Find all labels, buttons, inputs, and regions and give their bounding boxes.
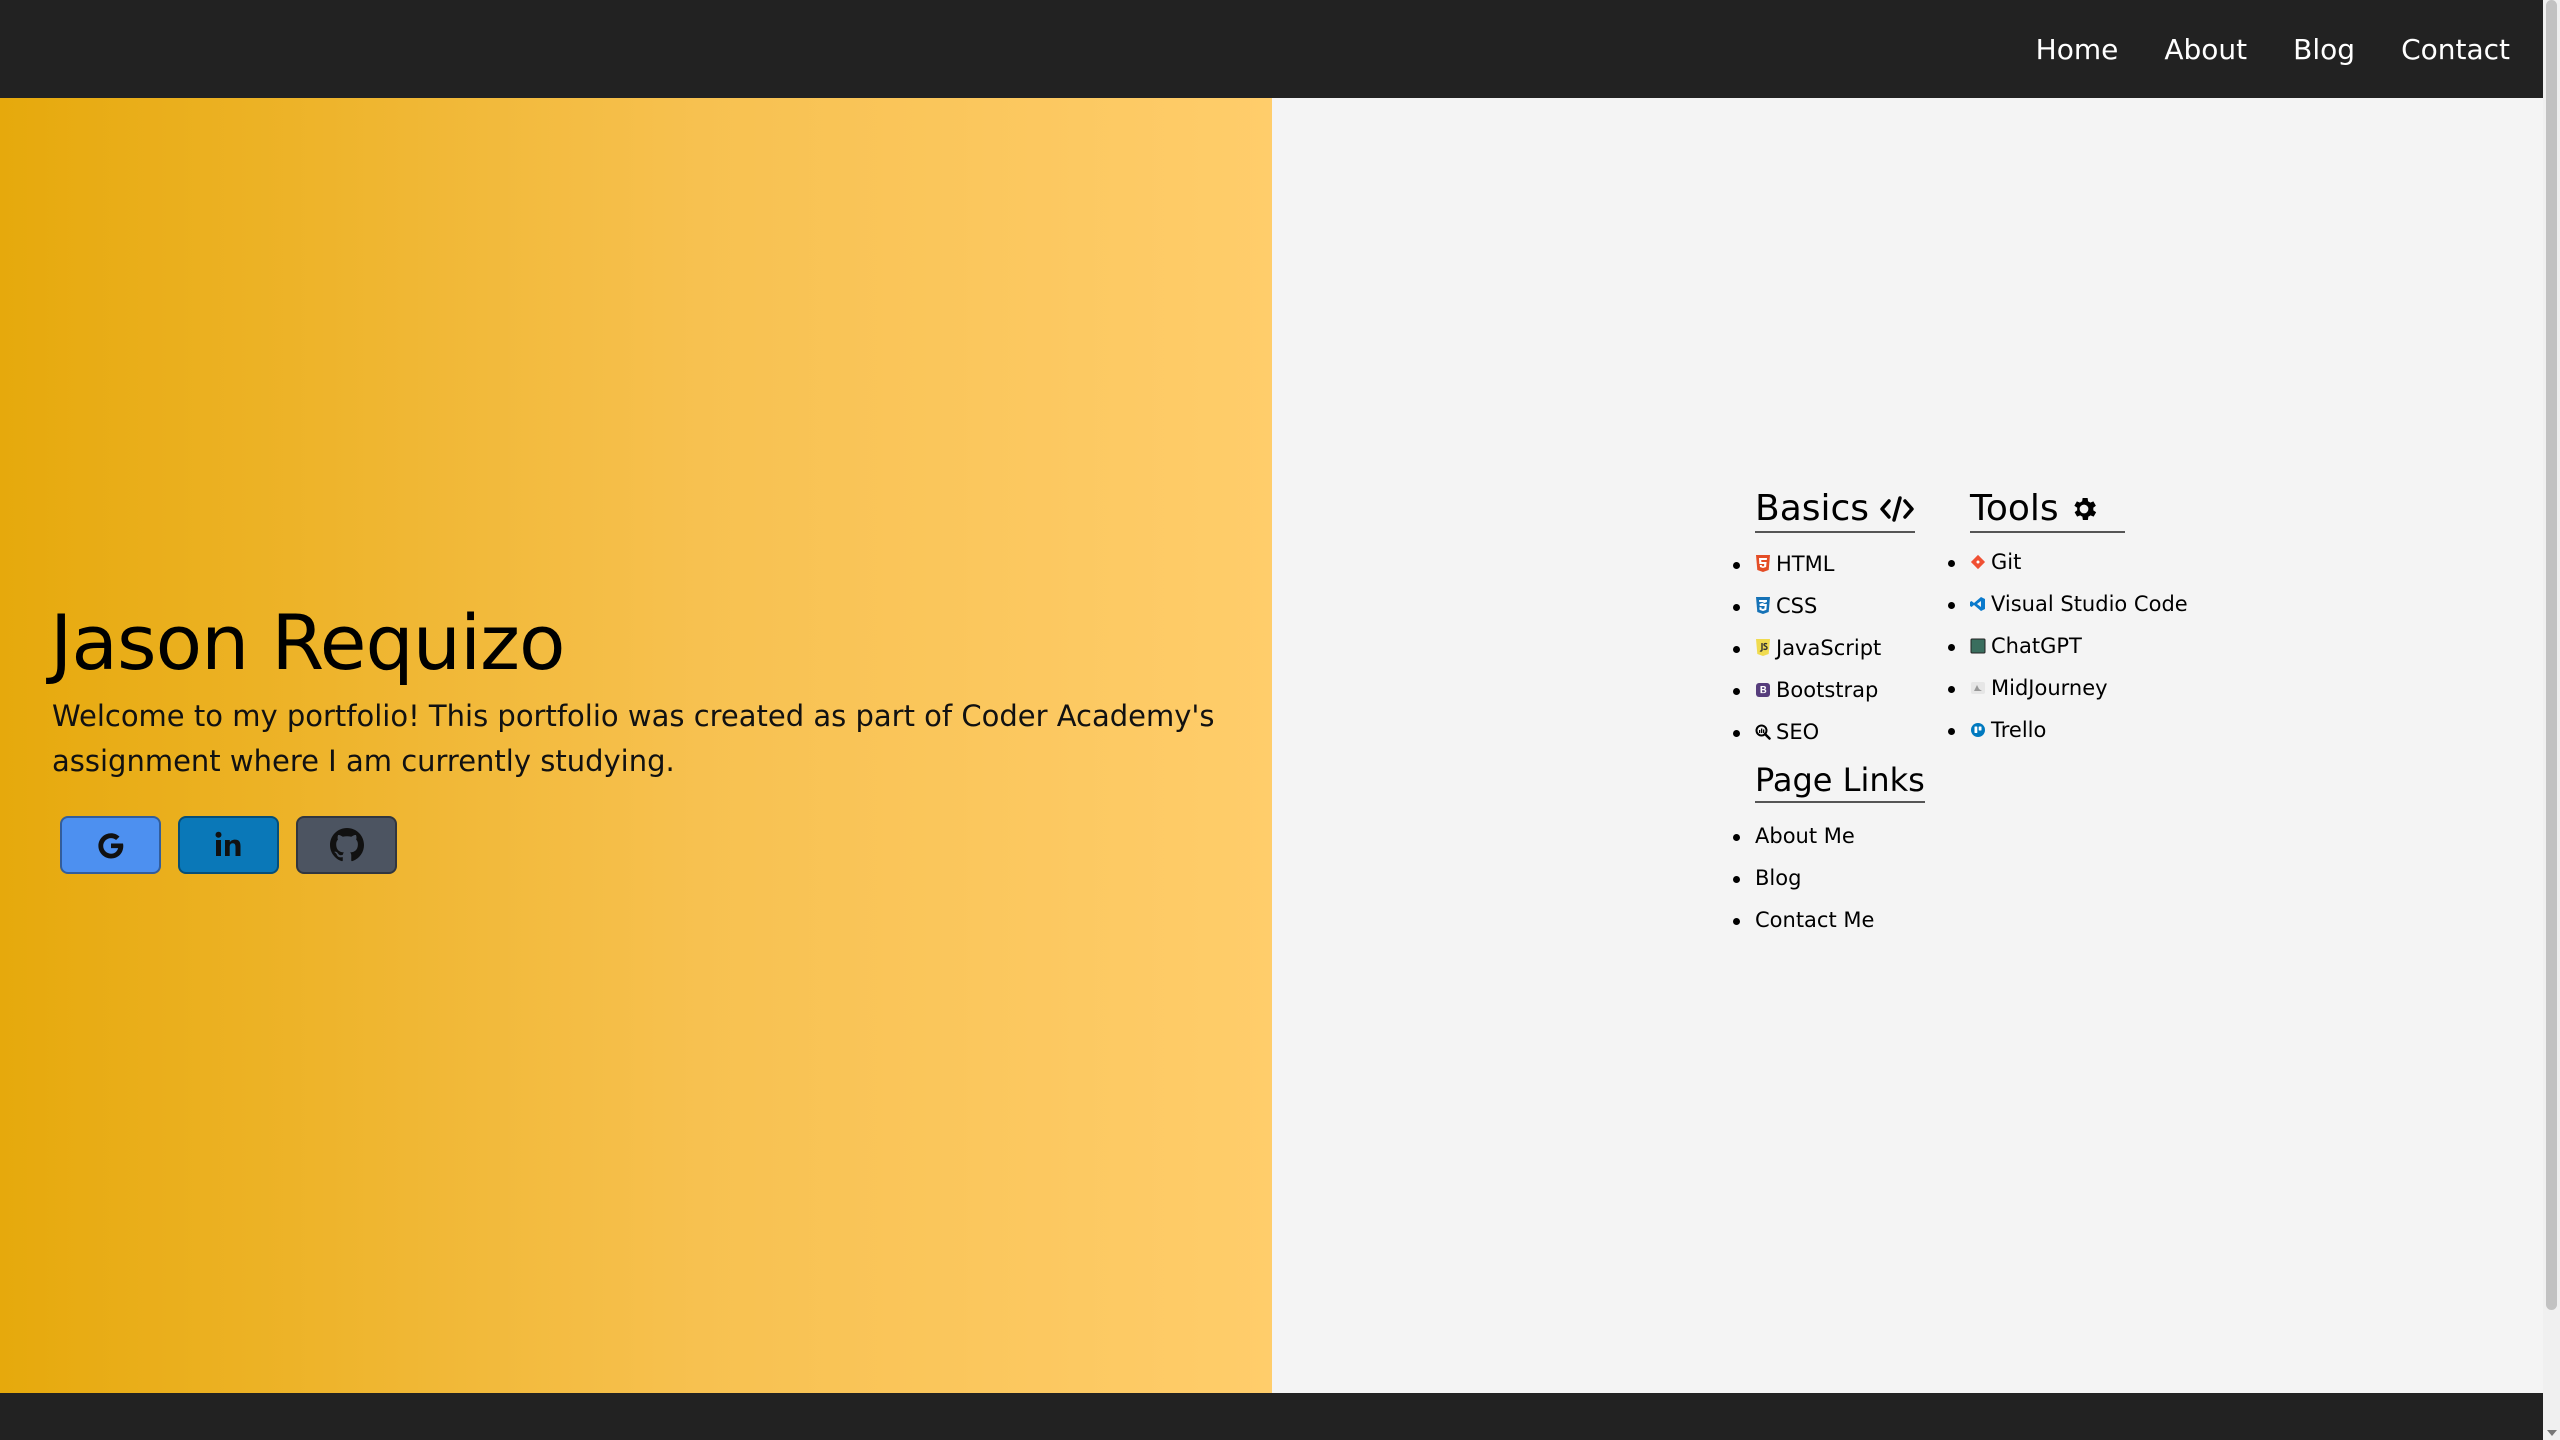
- basics-list: HTML CSS JavaScript Bootstrap SEO: [1733, 543, 1925, 753]
- tools-heading: Tools: [1970, 488, 2125, 533]
- page-link-blog[interactable]: Blog: [1733, 857, 1925, 899]
- list-item: HTML: [1733, 543, 1925, 585]
- page-links-heading-label: Page Links: [1755, 761, 1925, 799]
- page-link-about-me[interactable]: About Me: [1733, 815, 1925, 857]
- social-buttons: [60, 816, 397, 874]
- list-item: JavaScript: [1733, 627, 1925, 669]
- github-button[interactable]: [296, 816, 397, 874]
- linkedin-button[interactable]: [178, 816, 279, 874]
- page-link-contact-me[interactable]: Contact Me: [1733, 899, 1925, 941]
- hero-intro: Welcome to my portfolio! This portfolio …: [52, 699, 1215, 778]
- html5-icon: [1756, 555, 1770, 572]
- tools-list: Git Visual Studio Code ChatGPT MidJourne…: [1948, 541, 2188, 751]
- scrollbar-thumb[interactable]: [2546, 0, 2557, 1310]
- basics-heading: Basics: [1755, 488, 1916, 533]
- gear-icon: [2074, 497, 2096, 520]
- page-links-heading: Page Links: [1755, 761, 1925, 803]
- basics-heading-label: Basics: [1755, 488, 1870, 529]
- hero-name: Jason Requizo: [50, 598, 565, 687]
- list-item: ChatGPT: [1948, 625, 2188, 667]
- list-item: CSS: [1733, 585, 1925, 627]
- page: Home About Blog Contact Jason Requizo We…: [0, 0, 2543, 1440]
- linkedin-icon: [215, 831, 240, 856]
- scroll-down-arrow-icon[interactable]: [2547, 1430, 2557, 1436]
- javascript-icon: [1756, 639, 1770, 656]
- bootstrap-icon: [1756, 683, 1770, 697]
- css3-icon: [1756, 597, 1770, 614]
- list-item: MidJourney: [1948, 667, 2188, 709]
- list-item: Visual Studio Code: [1948, 583, 2188, 625]
- nav-links: Home About Blog Contact: [1990, 0, 2510, 98]
- list-item: Git: [1948, 541, 2188, 583]
- list-item: Bootstrap: [1733, 669, 1925, 711]
- tools-column: Tools Git Visual Studio Code ChatGPT Mid…: [1948, 488, 2188, 751]
- hero-section: Jason Requizo Welcome to my portfolio! T…: [0, 98, 1272, 1393]
- code-icon: [1880, 495, 1914, 522]
- trello-icon: [1971, 723, 1985, 737]
- skills-panel: Basics HTML CSS JavaScript Bootstrap SEO…: [1272, 98, 2543, 1393]
- google-button[interactable]: [60, 816, 161, 874]
- git-icon: [1970, 554, 1986, 570]
- nav-link-home[interactable]: Home: [2036, 33, 2119, 66]
- list-item: SEO: [1733, 711, 1925, 753]
- footer: [0, 1393, 2543, 1440]
- nav-link-about[interactable]: About: [2164, 33, 2247, 66]
- vscode-icon: [1970, 597, 1985, 611]
- vertical-scrollbar[interactable]: [2543, 0, 2560, 1440]
- google-icon: [97, 833, 123, 859]
- page-links-list: About Me Blog Contact Me: [1733, 815, 1925, 941]
- list-item: Trello: [1948, 709, 2188, 751]
- seo-icon: [1755, 724, 1771, 740]
- chatgpt-icon: [1970, 638, 1986, 654]
- github-icon: [329, 828, 364, 862]
- navbar: Home About Blog Contact: [0, 0, 2543, 98]
- nav-link-blog[interactable]: Blog: [2293, 33, 2355, 66]
- tools-heading-label: Tools: [1970, 488, 2059, 529]
- nav-link-contact[interactable]: Contact: [2401, 33, 2510, 66]
- basics-column: Basics HTML CSS JavaScript Bootstrap SEO…: [1733, 488, 1925, 941]
- midjourney-icon: [1971, 682, 1985, 694]
